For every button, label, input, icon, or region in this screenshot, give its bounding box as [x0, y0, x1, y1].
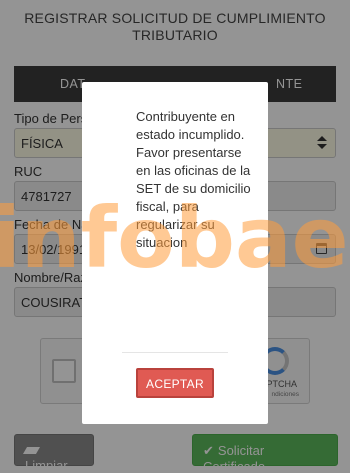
status-dialog: Contribuyente en estado incumplido. Favo… — [82, 82, 268, 424]
dialog-message: Contribuyente en estado incumplido. Favo… — [136, 109, 251, 250]
accept-button[interactable]: ACEPTAR — [136, 368, 214, 398]
dialog-divider — [122, 352, 228, 353]
